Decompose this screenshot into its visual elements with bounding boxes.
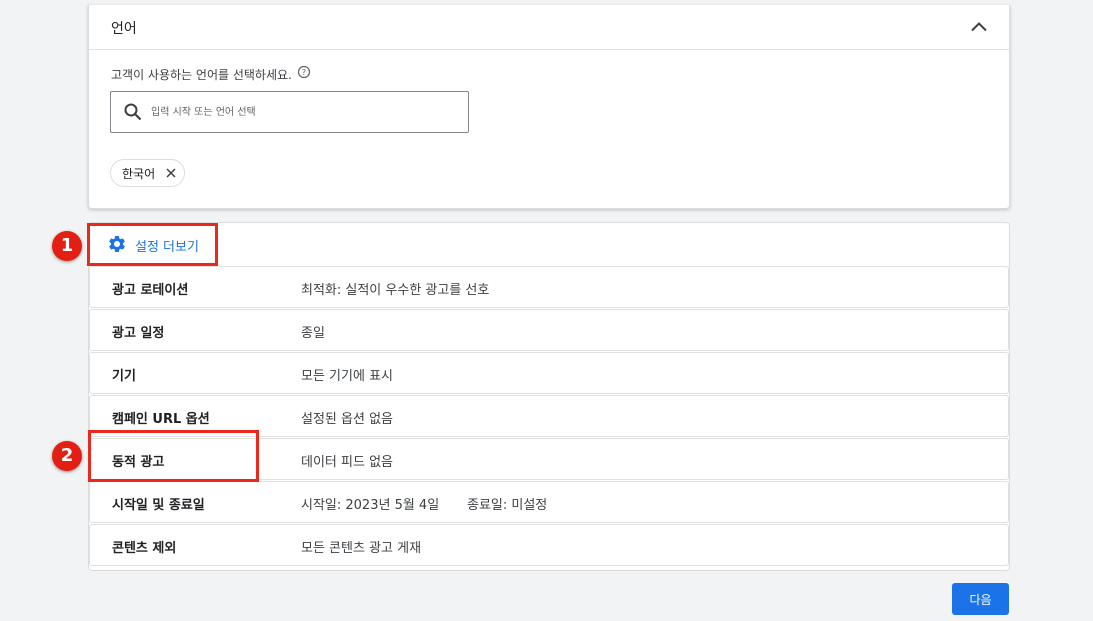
setting-row-ad-schedule[interactable]: 광고 일정 종일 [89,309,1009,351]
language-title: 언어 [111,21,137,37]
language-description: 고객이 사용하는 언어를 선택하세요. [111,68,292,82]
setting-row-start-end-dates[interactable]: 시작일 및 종료일 시작일: 2023년 5월 4일 종료일: 미설정 [89,481,1009,523]
settings-card: 설정 더보기 광고 로테이션 최적화: 실적이 우수한 광고를 선호 광고 일정… [88,222,1010,571]
setting-row-ad-rotation[interactable]: 광고 로테이션 최적화: 실적이 우수한 광고를 선호 [89,266,1009,308]
more-settings-label: 설정 더보기 [135,240,199,255]
annotation-badge-1: 1 [52,231,82,261]
setting-value: 최적화: 실적이 우수한 광고를 선호 [301,283,490,298]
language-header[interactable]: 언어 [89,5,1009,50]
setting-label: 동적 광고 [112,455,165,470]
language-search-input[interactable] [149,100,453,124]
setting-row-campaign-url-options[interactable]: 캠페인 URL 옵션 설정된 옵션 없음 [89,395,1009,437]
setting-value: 설정된 옵션 없음 [301,412,393,427]
chevron-up-icon[interactable] [967,15,991,39]
annotation-badge-2: 2 [52,441,82,471]
setting-label: 광고 일정 [112,326,165,341]
help-icon[interactable]: ? [297,65,311,79]
setting-label: 시작일 및 종료일 [112,498,205,513]
setting-label: 캠페인 URL 옵션 [112,412,210,427]
setting-value-secondary: 종료일: 미설정 [467,498,548,513]
setting-value: 종일 [301,326,325,341]
close-icon[interactable] [163,165,179,181]
gear-icon [109,236,125,252]
setting-label: 콘텐츠 제외 [112,541,177,556]
setting-row-dynamic-ads[interactable]: 동적 광고 데이터 피드 없음 [89,438,1009,480]
language-card: 언어 고객이 사용하는 언어를 선택하세요. ? 한국어 [88,5,1010,209]
language-chip-korean: 한국어 [110,159,185,187]
chip-label: 한국어 [122,167,156,181]
setting-label: 광고 로테이션 [112,283,189,298]
setting-value: 모든 콘텐츠 광고 게재 [301,541,422,556]
next-button[interactable]: 다음 [952,583,1009,615]
language-search-box[interactable] [110,91,469,133]
setting-value: 시작일: 2023년 5월 4일 [301,498,440,513]
svg-text:?: ? [302,68,306,77]
search-icon [124,103,142,121]
setting-label: 기기 [112,369,136,384]
setting-value: 모든 기기에 표시 [301,369,393,384]
setting-row-content-exclusions[interactable]: 콘텐츠 제외 모든 콘텐츠 광고 게재 [89,524,1009,566]
setting-row-devices[interactable]: 기기 모든 기기에 표시 [89,352,1009,394]
setting-value: 데이터 피드 없음 [301,455,393,470]
